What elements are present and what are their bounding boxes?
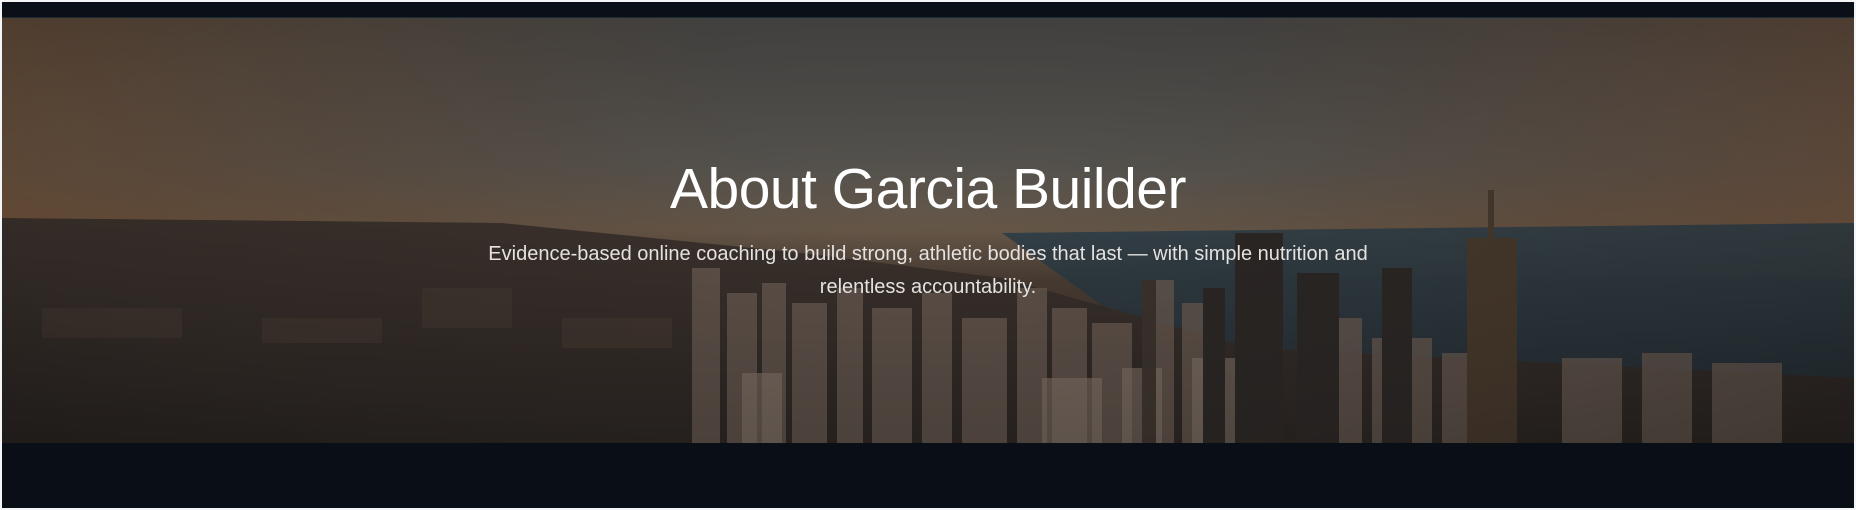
page-frame: About Garcia Builder Evidence-based onli…: [2, 2, 1854, 508]
page-title: About Garcia Builder: [670, 157, 1186, 221]
hero-subtitle: Evidence-based online coaching to build …: [488, 243, 1368, 298]
dark-section-below-hero: [2, 443, 1854, 508]
top-bar: [2, 2, 1854, 18]
hero-banner: About Garcia Builder Evidence-based onli…: [2, 18, 1854, 443]
hero-content: About Garcia Builder Evidence-based onli…: [2, 18, 1854, 443]
